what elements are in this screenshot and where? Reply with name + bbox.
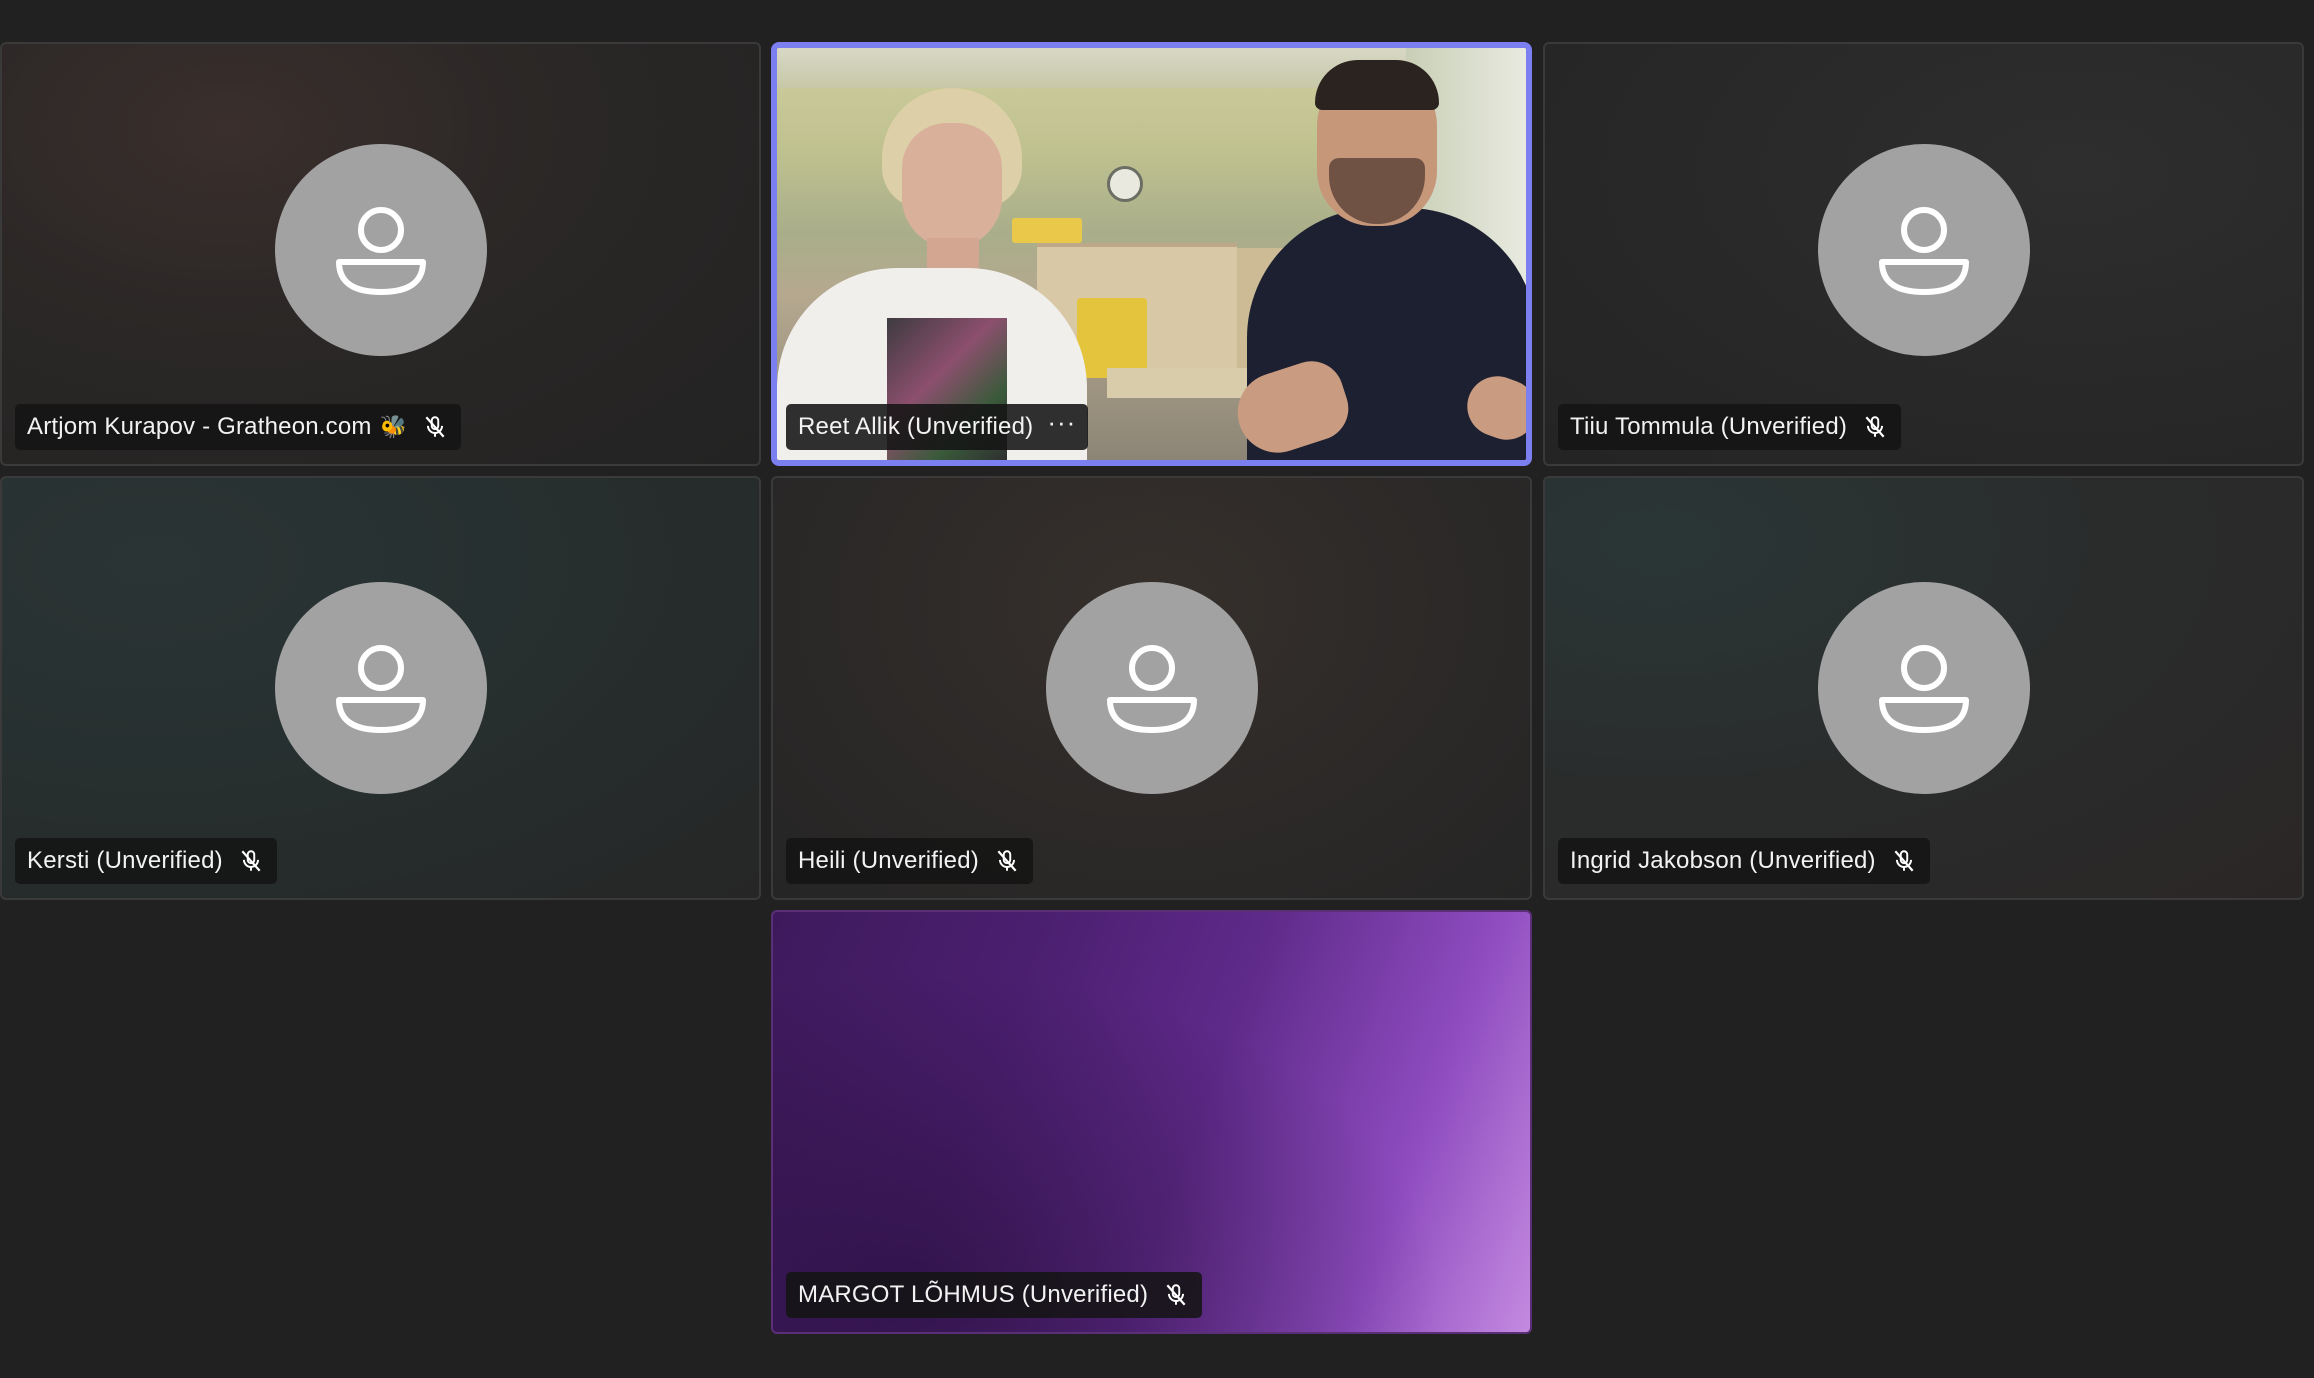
name-label: Heili (Unverified) [786, 838, 1033, 884]
mic-muted-icon [1162, 1281, 1190, 1309]
bee-emoji: 🐝 [379, 414, 408, 439]
participant-tile-ingrid[interactable]: Ingrid Jakobson (Unverified) [1543, 476, 2304, 900]
mic-muted-icon [1890, 847, 1918, 875]
participant-tile-tiiu[interactable]: Tiiu Tommula (Unverified) [1543, 42, 2304, 466]
avatar [1817, 582, 2030, 794]
camera-video [777, 48, 1526, 460]
mic-muted-icon [993, 847, 1021, 875]
participant-tile-heili[interactable]: Heili (Unverified) [771, 476, 1532, 900]
participant-name: Ingrid Jakobson (Unverified) [1570, 847, 1876, 874]
avatar [1045, 582, 1258, 794]
participant-name: Reet Allik (Unverified) [798, 413, 1034, 440]
person-placeholder-icon [1878, 206, 1969, 295]
name-label: MARGOT LÕHMUS (Unverified) [786, 1272, 1203, 1318]
person-placeholder-icon [1106, 645, 1197, 733]
person-placeholder-icon [335, 645, 426, 733]
mic-muted-icon [237, 847, 265, 875]
participant-tile-reet[interactable]: Reet Allik (Unverified) ··· [771, 42, 1532, 466]
more-options-icon[interactable]: ··· [1047, 409, 1076, 435]
video-call-grid: Artjom Kurapov - Gratheon.com 🐝 Reet All… [0, 0, 2314, 1378]
participant-tile-artjom[interactable]: Artjom Kurapov - Gratheon.com 🐝 [0, 42, 761, 466]
name-label: Tiiu Tommula (Unverified) [1558, 404, 1902, 450]
participant-tile-margot[interactable]: MARGOT LÕHMUS (Unverified) [771, 910, 1532, 1334]
avatar [274, 143, 487, 356]
mic-muted-icon [421, 413, 449, 441]
participant-name: Tiiu Tommula (Unverified) [1570, 413, 1848, 440]
name-label: Kersti (Unverified) [15, 838, 277, 884]
participant-tile-kersti[interactable]: Kersti (Unverified) [0, 476, 761, 900]
mic-muted-icon [1861, 413, 1889, 441]
name-label: Artjom Kurapov - Gratheon.com 🐝 [15, 404, 462, 450]
participant-name: MARGOT LÕHMUS (Unverified) [798, 1281, 1149, 1308]
person-placeholder-icon [335, 206, 426, 295]
avatar [1817, 143, 2030, 356]
name-label: Reet Allik (Unverified) ··· [786, 404, 1089, 450]
avatar [274, 582, 487, 794]
participant-name: Artjom Kurapov - Gratheon.com [27, 413, 372, 440]
person-placeholder-icon [1878, 645, 1969, 733]
participant-name: Heili (Unverified) [798, 847, 979, 874]
name-label: Ingrid Jakobson (Unverified) [1558, 838, 1930, 884]
participant-name: Kersti (Unverified) [27, 847, 223, 874]
